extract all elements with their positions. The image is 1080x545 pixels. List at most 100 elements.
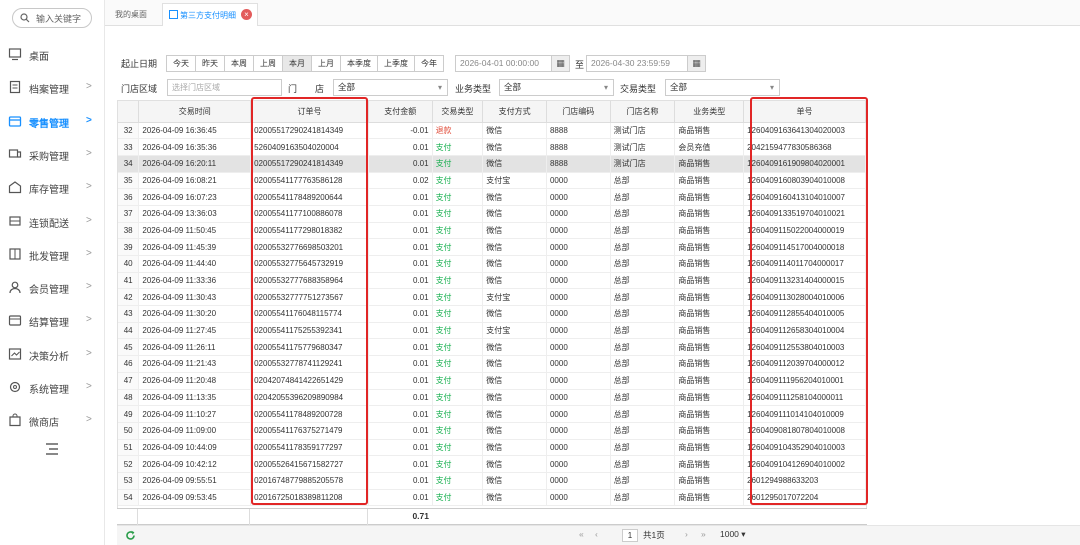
page-number-input[interactable]: 1 — [622, 529, 638, 542]
table-cell: 微信 — [482, 188, 547, 206]
quick-date-button[interactable]: 本周 — [224, 55, 254, 72]
table-cell: 总部 — [610, 238, 676, 256]
table-cell: 2026-04-09 11:10:27 — [138, 405, 252, 423]
end-date-input[interactable]: 2026-04-30 23:59:59 ▦ — [586, 55, 706, 72]
tab-home[interactable]: 我的桌面 — [109, 3, 161, 26]
sidebar-item-label: 连锁配送 — [29, 218, 69, 230]
close-icon[interactable]: × — [241, 9, 252, 20]
quick-date-button[interactable]: 上周 — [253, 55, 283, 72]
sidebar-item-10[interactable]: 系统管理 > — [0, 377, 105, 397]
quick-date-button[interactable]: 本季度 — [340, 55, 378, 72]
tab-third-party-payment[interactable]: 第三方支付明细 × — [162, 3, 258, 26]
calendar-icon[interactable]: ▦ — [551, 56, 569, 71]
table-cell: 0.01 — [368, 489, 433, 507]
column-header[interactable]: 交易类型 — [432, 101, 484, 123]
sidebar-item-label: 结算管理 — [29, 318, 69, 330]
table-cell: 微信 — [482, 439, 547, 457]
store-value: 全部 — [338, 82, 356, 92]
table-cell: 总部 — [610, 389, 676, 407]
chevron-right-icon: > — [86, 381, 92, 392]
table-cell: 2026-04-09 10:42:12 — [138, 455, 252, 473]
table-cell: 49 — [118, 405, 140, 423]
start-date-input[interactable]: 2026-04-01 00:00:00 ▦ — [455, 55, 570, 72]
table-cell: 2026-04-09 16:35:36 — [138, 138, 252, 156]
sidebar-item-label: 库存管理 — [29, 185, 69, 197]
tab-label: 第三方支付明细 — [180, 11, 236, 20]
column-header[interactable]: 门店名称 — [610, 101, 676, 123]
quick-date-button[interactable]: 昨天 — [195, 55, 225, 72]
table-cell: 2026-04-09 16:07:23 — [138, 188, 252, 206]
chevron-right-icon: > — [86, 181, 92, 193]
sidebar-item-4[interactable]: 库存管理 > — [0, 177, 105, 197]
column-header[interactable]: 门店编码 — [546, 101, 611, 123]
table-cell: 34 — [118, 155, 140, 173]
table-cell: 微信 — [482, 138, 547, 156]
calendar-icon[interactable]: ▦ — [687, 56, 705, 71]
column-header[interactable]: 支付金额 — [368, 101, 433, 123]
table-cell: 0.01 — [368, 155, 433, 173]
sidebar-item-2[interactable]: 零售管理 > — [0, 111, 105, 131]
sidebar-item-7[interactable]: 会员管理 > — [0, 277, 105, 297]
next-page-button[interactable]: › — [685, 529, 688, 539]
table-cell: 0.01 — [368, 188, 433, 206]
menu-collapse-icon[interactable] — [44, 442, 60, 456]
table-cell: 微信 — [482, 355, 547, 373]
table-cell: 退款 — [432, 122, 484, 140]
table-cell: 支付 — [432, 172, 484, 190]
tab-bar: 我的桌面 第三方支付明细 × — [105, 0, 1080, 26]
table-cell: 0000 — [546, 188, 611, 206]
table-cell: 总部 — [610, 405, 676, 423]
last-page-button[interactable]: » — [701, 529, 706, 539]
sidebar-item-5[interactable]: 连锁配送 > — [0, 211, 105, 231]
table-cell: 2026-04-09 11:30:43 — [138, 288, 252, 307]
column-header[interactable]: 业务类型 — [674, 101, 745, 123]
chart-icon — [8, 348, 22, 360]
quick-date-button[interactable]: 今年 — [414, 55, 444, 72]
table-cell: 2026-04-09 11:50:45 — [138, 222, 252, 240]
sidebar-item-0[interactable]: 桌面 — [0, 44, 105, 64]
table-cell: 微信 — [482, 222, 547, 240]
chevron-down-icon: ▾ — [603, 83, 608, 92]
table-cell: 0000 — [546, 205, 611, 223]
sidebar-item-9[interactable]: 决策分析 > — [0, 344, 105, 364]
table-cell: 商品销售 — [674, 389, 745, 407]
sidebar-item-11[interactable]: 微商店 > — [0, 410, 105, 430]
trade-type-select[interactable]: 全部 ▾ — [665, 79, 780, 96]
table-cell: 支付 — [432, 255, 484, 273]
table-cell: 支付 — [432, 405, 484, 423]
sidebar-item-6[interactable]: 批发管理 > — [0, 244, 105, 264]
region-select[interactable]: 选择门店区域 — [167, 79, 282, 96]
table-cell: 支付 — [432, 305, 484, 323]
table-cell: 商品销售 — [674, 489, 745, 507]
table-cell: 总部 — [610, 288, 676, 307]
refresh-icon[interactable] — [125, 530, 136, 541]
prev-page-button[interactable]: ‹ — [595, 529, 598, 539]
quick-date-button[interactable]: 今天 — [166, 55, 196, 72]
quick-date-button[interactable]: 本月 — [282, 55, 312, 72]
store-select[interactable]: 全部 ▾ — [333, 79, 448, 96]
table-cell: 0.01 — [368, 338, 433, 357]
table-cell: 32 — [118, 122, 140, 140]
quick-date-button[interactable]: 上季度 — [377, 55, 415, 72]
column-header[interactable] — [118, 101, 140, 123]
table-cell: 0.01 — [368, 222, 433, 240]
table-cell: 0000 — [546, 288, 611, 307]
quick-date-button[interactable]: 上月 — [311, 55, 341, 72]
table-cell: 支付 — [432, 389, 484, 407]
table-cell: 商品销售 — [674, 322, 745, 340]
column-header[interactable]: 支付方式 — [482, 101, 547, 123]
table-cell: 支付宝 — [482, 172, 547, 190]
table-cell: 总部 — [610, 255, 676, 273]
column-header[interactable]: 交易时间 — [138, 101, 252, 123]
biz-type-select[interactable]: 全部 ▾ — [499, 79, 614, 96]
table-cell: 2026-04-09 10:44:09 — [138, 439, 252, 457]
page-size-select[interactable]: 1000 ▾ — [720, 529, 746, 540]
page-size-value: 1000 — [720, 529, 739, 539]
sidebar-search[interactable]: 输入关键字 — [12, 8, 92, 28]
table-cell: 微信 — [482, 205, 547, 223]
sidebar-item-1[interactable]: 档案管理 > — [0, 77, 105, 97]
chevron-right-icon: > — [86, 147, 92, 159]
sidebar-item-3[interactable]: 采购管理 > — [0, 144, 105, 164]
sidebar-item-8[interactable]: 结算管理 > — [0, 310, 105, 330]
first-page-button[interactable]: « — [579, 529, 584, 539]
